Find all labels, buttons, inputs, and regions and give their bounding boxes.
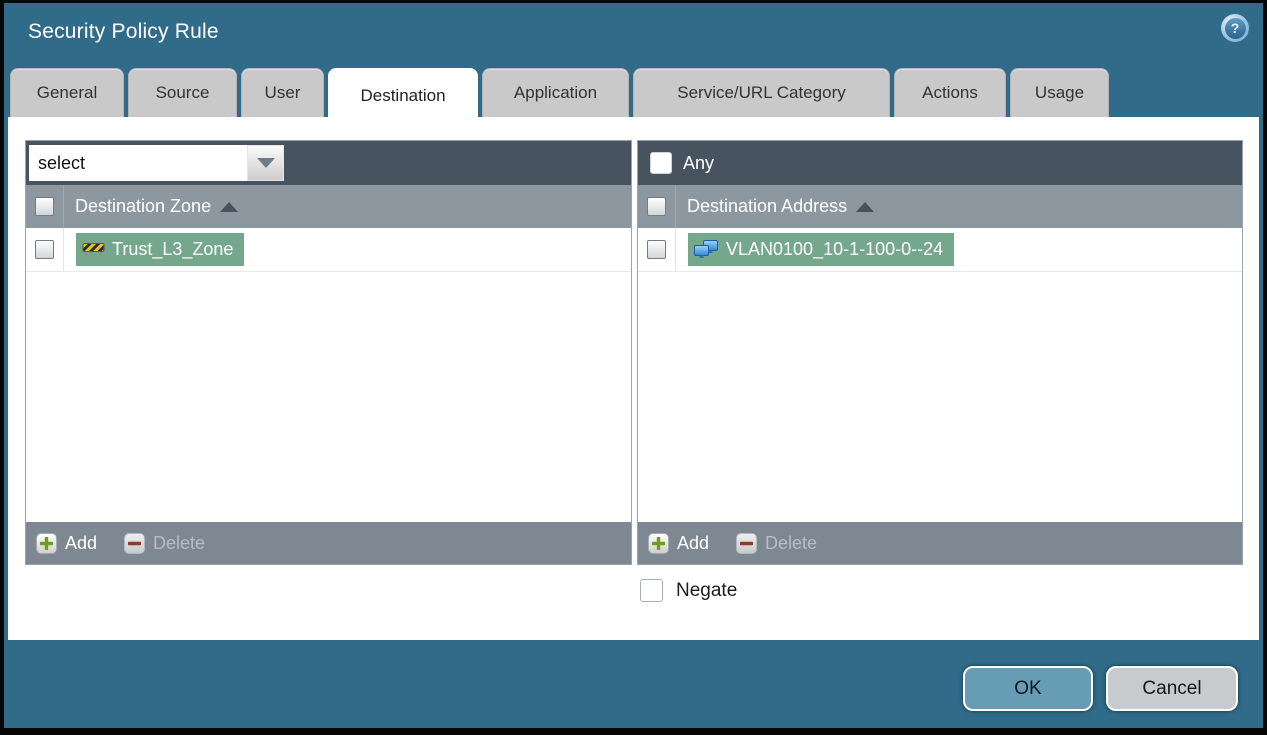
address-name: VLAN0100_10-1-100-0--24 <box>726 239 944 259</box>
tab-application[interactable]: Application <box>482 68 629 117</box>
minus-icon <box>124 532 146 554</box>
address-column-label[interactable]: Destination Address <box>687 196 847 217</box>
minus-icon <box>736 532 758 554</box>
address-add-button[interactable]: Add <box>648 532 710 554</box>
zone-row-checkbox[interactable] <box>35 240 54 259</box>
tab-user[interactable]: User <box>241 68 324 117</box>
ok-button[interactable]: OK <box>963 666 1093 711</box>
zone-name: Trust_L3_Zone <box>112 239 234 259</box>
zone-toolbar <box>26 141 631 185</box>
plus-icon <box>648 532 669 554</box>
zone-icon <box>82 243 105 257</box>
zone-delete-label: Delete <box>153 532 206 553</box>
dropdown-arrow-icon <box>256 158 275 168</box>
address-toolbar: Any <box>638 141 1242 185</box>
negate-checkbox[interactable] <box>640 579 663 602</box>
address-row-checkbox-cell <box>638 228 676 271</box>
table-row[interactable]: Trust_L3_Zone <box>26 228 631 272</box>
help-button[interactable]: ? <box>1221 14 1249 42</box>
dialog-title: Security Policy Rule <box>28 20 219 43</box>
cancel-button[interactable]: Cancel <box>1106 666 1238 711</box>
zone-select-all-checkbox[interactable] <box>35 197 54 216</box>
help-icon: ? <box>1224 17 1246 39</box>
address-chip[interactable]: VLAN0100_10-1-100-0--24 <box>688 233 955 266</box>
plus-icon <box>36 532 57 554</box>
zone-select-dropdown-button[interactable] <box>247 145 284 181</box>
address-delete-button[interactable]: Delete <box>736 532 818 554</box>
security-policy-rule-dialog: Security Policy Rule ? General Source Us… <box>0 0 1267 735</box>
address-footer-bar: Add Delete <box>638 522 1242 564</box>
zone-delete-button[interactable]: Delete <box>124 532 206 554</box>
any-label: Any <box>683 152 715 173</box>
destination-zone-panel: Destination Zone <box>25 140 632 565</box>
destination-address-panel: Any Destination Address VLAN0100_10-1-10… <box>637 140 1243 565</box>
any-checkbox[interactable] <box>650 152 672 174</box>
zone-row-list: Trust_L3_Zone <box>26 228 631 522</box>
tab-service-url-category[interactable]: Service/URL Category <box>633 68 890 117</box>
tab-source[interactable]: Source <box>128 68 237 117</box>
zone-add-button[interactable]: Add <box>36 532 98 554</box>
zone-add-label: Add <box>65 532 98 553</box>
zone-chip[interactable]: Trust_L3_Zone <box>76 233 245 266</box>
destination-tab-content: Destination Zone <box>8 117 1259 640</box>
tab-strip: General Source User Destination Applicat… <box>10 68 1109 122</box>
address-select-all-cell <box>638 185 676 228</box>
address-column-header: Destination Address <box>638 185 1242 228</box>
zone-row-checkbox-cell <box>26 228 64 271</box>
zone-select-input[interactable] <box>29 145 247 181</box>
sort-ascending-icon[interactable] <box>856 201 875 212</box>
zone-footer-bar: Add Delete <box>26 522 631 564</box>
zone-column-header: Destination Zone <box>26 185 631 228</box>
address-row-checkbox[interactable] <box>647 240 666 259</box>
zone-select-all-cell <box>26 185 64 228</box>
address-row-list: VLAN0100_10-1-100-0--24 <box>638 228 1242 522</box>
table-row[interactable]: VLAN0100_10-1-100-0--24 <box>638 228 1242 272</box>
negate-label: Negate <box>676 579 738 601</box>
zone-column-label[interactable]: Destination Zone <box>75 196 211 217</box>
sort-ascending-icon[interactable] <box>220 201 239 212</box>
title-bar: Security Policy Rule ? <box>4 3 1263 65</box>
address-select-all-checkbox[interactable] <box>647 197 666 216</box>
tab-actions[interactable]: Actions <box>894 68 1006 117</box>
any-toggle[interactable]: Any <box>650 152 714 174</box>
tab-destination[interactable]: Destination <box>328 68 478 122</box>
negate-toggle[interactable]: Negate <box>640 579 737 602</box>
network-address-icon <box>694 240 718 258</box>
address-add-label: Add <box>677 532 710 553</box>
tab-general[interactable]: General <box>10 68 124 117</box>
tab-usage[interactable]: Usage <box>1010 68 1109 117</box>
zone-select-combo <box>29 145 284 181</box>
address-delete-label: Delete <box>765 532 818 553</box>
